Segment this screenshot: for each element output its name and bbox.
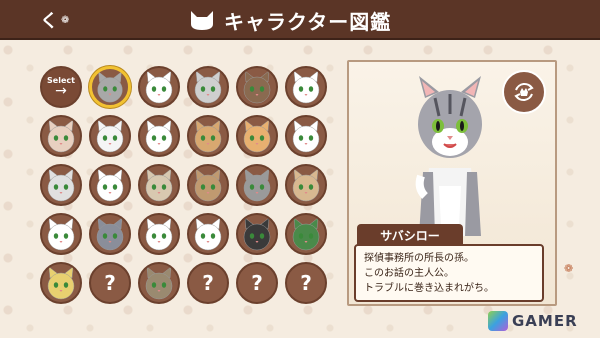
- cat-face-icon: [96, 168, 124, 202]
- character-slot[interactable]: [138, 115, 180, 157]
- character-slot[interactable]: [236, 66, 278, 108]
- paw-icon: ❁: [564, 262, 574, 275]
- cat-face-icon: [145, 266, 173, 300]
- character-slot[interactable]: [285, 164, 327, 206]
- page-title: キャラクター図鑑: [224, 9, 392, 34]
- cat-face-icon: [243, 168, 271, 202]
- character-slot[interactable]: [138, 262, 180, 304]
- character-slot[interactable]: [89, 66, 131, 108]
- gamer-watermark: GAMER: [488, 310, 578, 332]
- character-slot[interactable]: [285, 213, 327, 255]
- description-line: トラブルに巻き込まれがち。: [364, 282, 494, 294]
- cat-face-icon: [47, 217, 75, 251]
- back-button[interactable]: く ❁: [40, 8, 76, 32]
- character-slot[interactable]: [89, 164, 131, 206]
- character-slot[interactable]: [138, 164, 180, 206]
- cat-face-icon: [243, 70, 271, 104]
- cat-face-icon: [97, 71, 123, 103]
- select-button[interactable]: Select →: [40, 66, 82, 108]
- back-chevron-icon: く: [40, 11, 58, 32]
- cat-face-icon: [243, 217, 271, 251]
- cat-face-icon: [145, 168, 173, 202]
- arrow-right-icon: →: [55, 82, 67, 99]
- cat-face-icon: [292, 168, 320, 202]
- cat-face-icon: [96, 217, 124, 251]
- cat-face-icon: [145, 217, 173, 251]
- question-mark-icon: ?: [251, 271, 263, 295]
- question-mark-icon: ?: [300, 271, 312, 295]
- character-slot[interactable]: [138, 66, 180, 108]
- title-group: キャラクター図鑑: [188, 4, 391, 36]
- character-slot[interactable]: [236, 213, 278, 255]
- cat-face-icon: [145, 119, 173, 153]
- character-slot[interactable]: [285, 66, 327, 108]
- cat-face-icon: [194, 70, 222, 104]
- cat-face-icon: [194, 119, 222, 153]
- locked-character-slot[interactable]: ?: [187, 262, 229, 304]
- cat-face-icon: [47, 168, 75, 202]
- swap-cat-icon: [514, 83, 534, 101]
- character-grid: Select →????: [40, 66, 327, 304]
- description-line: このお話の主人公。: [364, 267, 454, 279]
- character-slot[interactable]: [89, 115, 131, 157]
- character-slot[interactable]: [236, 115, 278, 157]
- character-slot[interactable]: [89, 213, 131, 255]
- character-slot[interactable]: [187, 115, 229, 157]
- locked-character-slot[interactable]: ?: [236, 262, 278, 304]
- locked-character-slot[interactable]: ?: [89, 262, 131, 304]
- header-bar: く ❁ キャラクター図鑑: [0, 0, 600, 40]
- cat-face-icon: [194, 217, 222, 251]
- question-mark-icon: ?: [104, 271, 116, 295]
- cat-face-icon: [47, 119, 75, 153]
- cat-face-icon: [292, 119, 320, 153]
- cat-head-icon: [191, 11, 213, 30]
- swap-form-button[interactable]: [502, 70, 546, 114]
- character-slot[interactable]: [236, 164, 278, 206]
- character-slot[interactable]: [187, 66, 229, 108]
- cat-face-icon: [194, 168, 222, 202]
- cat-face-icon: [96, 119, 124, 153]
- character-slot[interactable]: [138, 213, 180, 255]
- gamer-logo-icon: [488, 311, 508, 331]
- cat-face-icon: [243, 119, 271, 153]
- watermark-text: GAMER: [512, 312, 578, 330]
- cat-face-icon: [292, 217, 320, 251]
- question-mark-icon: ?: [202, 271, 214, 295]
- character-name-tab: サバシロー: [357, 224, 463, 246]
- paw-icon: ❁: [61, 14, 70, 26]
- cat-face-icon: [292, 70, 320, 104]
- locked-character-slot[interactable]: ?: [285, 262, 327, 304]
- character-slot[interactable]: [187, 164, 229, 206]
- character-slot[interactable]: [285, 115, 327, 157]
- character-slot[interactable]: [40, 164, 82, 206]
- character-slot[interactable]: [187, 213, 229, 255]
- character-portrait: [415, 76, 482, 236]
- description-line: 探偵事務所の所長の孫。: [364, 252, 474, 264]
- character-description: 探偵事務所の所長の孫。 このお話の主人公。 トラブルに巻き込まれがち。: [354, 244, 544, 302]
- character-slot[interactable]: [40, 262, 82, 304]
- character-slot[interactable]: [40, 115, 82, 157]
- cat-face-icon: [47, 266, 75, 300]
- character-slot[interactable]: [40, 213, 82, 255]
- cat-face-icon: [145, 70, 173, 104]
